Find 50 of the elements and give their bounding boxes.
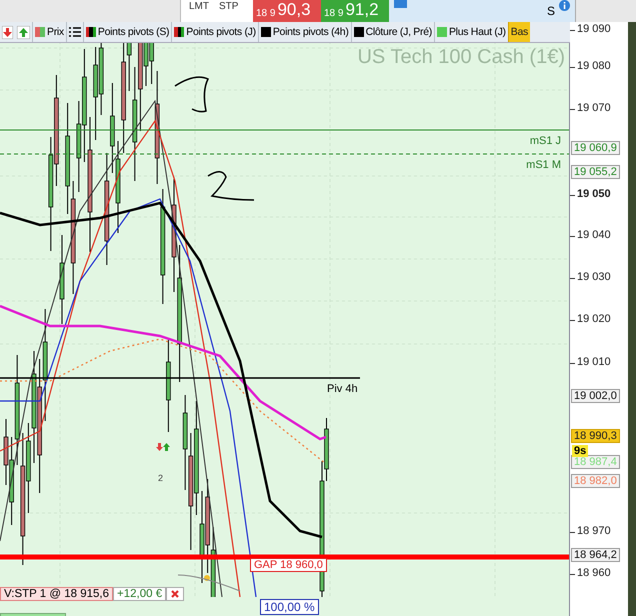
sell-button[interactable]: 18 9 90,3: [253, 0, 321, 22]
arrow-down-icon[interactable]: [2, 26, 13, 38]
axis-tick-label: 19 070: [573, 102, 611, 114]
legend-item[interactable]: Plus Haut (J): [434, 22, 508, 42]
price-tag: 18 964,2: [571, 548, 620, 562]
price-tag: 18 987,4: [571, 455, 620, 469]
close-icon[interactable]: [171, 590, 180, 598]
legend-item[interactable]: Prix: [32, 22, 66, 42]
price-tag: 18 982,0: [571, 474, 620, 488]
axis-tick-label: 19 010: [573, 356, 611, 368]
level-label: Piv 4h: [327, 383, 358, 395]
level-label: mS1 J: [530, 135, 561, 147]
level-label: mS1 M: [526, 159, 561, 171]
axis-tick-label: 19 090: [573, 23, 611, 35]
handwritten-mark: [174, 76, 209, 112]
instrument-title: US Tech 100 Cash (1€): [357, 46, 565, 69]
legend-item[interactable]: Clôture (J, Pré): [350, 22, 434, 42]
price-tag: 19 060,9: [571, 141, 620, 155]
axis-tick-label: 19 050: [573, 188, 611, 200]
legend-item[interactable]: Points pivots (J): [171, 22, 258, 42]
trade-count: 2: [158, 473, 164, 483]
price-tag: 18 990,3: [571, 429, 620, 443]
arrow-up-icon[interactable]: [17, 26, 30, 38]
close-button[interactable]: [166, 587, 184, 601]
axis-tick-label: 19 030: [573, 271, 611, 283]
timer-badge: 9s: [572, 445, 588, 457]
handwritten-mark: [208, 171, 254, 201]
list-icon[interactable]: [66, 22, 83, 42]
axis-tick-label: 18 960: [573, 567, 611, 579]
axis-tick-label: 19 080: [573, 60, 611, 72]
gap-label: GAP 18 960,0: [250, 558, 327, 572]
legend-item[interactable]: Points pivots (4h): [258, 22, 351, 42]
trade-arrows-icon: [156, 443, 170, 451]
order-profit: +12,00 €: [113, 587, 166, 601]
order-handle[interactable]: [204, 575, 210, 581]
connector-line: [178, 574, 240, 592]
panel-label: S: [546, 4, 555, 18]
price-tag: 19 002,0: [571, 389, 620, 403]
price-tag: 19 055,2: [571, 165, 620, 179]
order-type-tab[interactable]: STP: [219, 1, 238, 12]
preset-checkbox[interactable]: [394, 0, 407, 8]
order-label[interactable]: V:STP 1 @ 18 915,6: [0, 587, 114, 601]
axis-tick-label: 19 020: [573, 313, 611, 325]
order-type-tab[interactable]: LMT: [189, 1, 209, 12]
fill-label: 100,00 %: [260, 599, 319, 615]
axis-tick-label: 18 970: [573, 525, 611, 537]
legend-item[interactable]: Bas: [508, 22, 530, 42]
legend-item[interactable]: Points pivots (S): [82, 22, 172, 42]
axis-tick-label: 19 040: [573, 229, 611, 241]
info-icon[interactable]: [559, 0, 570, 11]
